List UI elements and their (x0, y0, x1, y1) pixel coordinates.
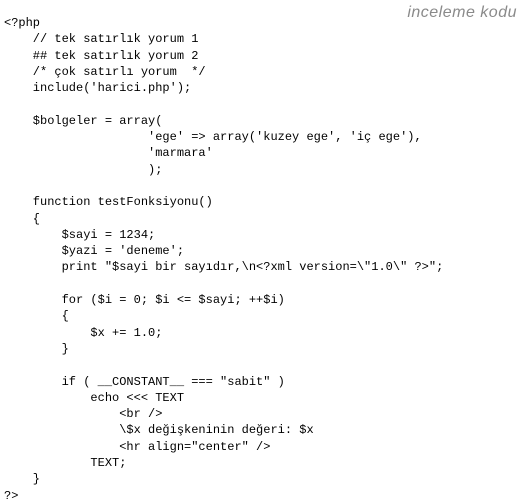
code-line: <br /> (4, 407, 163, 422)
code-line: echo <<< TEXT (4, 390, 185, 405)
code-line: $bolgeler = array( (4, 113, 163, 128)
code-line: \$x değişkeninin değeri: $x (4, 423, 314, 438)
code-line: if ( __CONSTANT__ === "sabit" ) (4, 374, 285, 389)
code-line: <hr align="center" /> (4, 439, 271, 454)
code-line: for ($i = 0; $i <= $sayi; ++$i) (4, 293, 285, 308)
code-view: <?php // tek satırlık yorum 1 ## tek sat… (4, 15, 525, 503)
code-line: include('harici.php'); (4, 81, 192, 96)
code-line: } (4, 472, 41, 487)
code-line: TEXT; (4, 456, 127, 471)
code-line: ?> (4, 488, 19, 503)
code-line: /* çok satırlı yorum */ (4, 64, 206, 79)
code-line: ); (4, 162, 163, 177)
code-line: { (4, 309, 69, 324)
code-line: <?php (4, 16, 41, 30)
code-line: 'marmara' (4, 146, 213, 161)
code-line: $sayi = 1234; (4, 227, 156, 242)
code-line: ## tek satırlık yorum 2 (4, 48, 199, 63)
code-line: 'ege' => array('kuzey ege', 'iç ege'), (4, 130, 422, 145)
code-line: $x += 1.0; (4, 325, 163, 340)
code-line: // tek satırlık yorum 1 (4, 32, 199, 47)
code-line: $yazi = 'deneme'; (4, 244, 185, 259)
code-line: { (4, 211, 41, 226)
code-line: function testFonksiyonu() (4, 195, 213, 210)
code-line: print "$sayi bir sayıdır,\n<?xml version… (4, 260, 444, 275)
code-line: } (4, 341, 69, 356)
